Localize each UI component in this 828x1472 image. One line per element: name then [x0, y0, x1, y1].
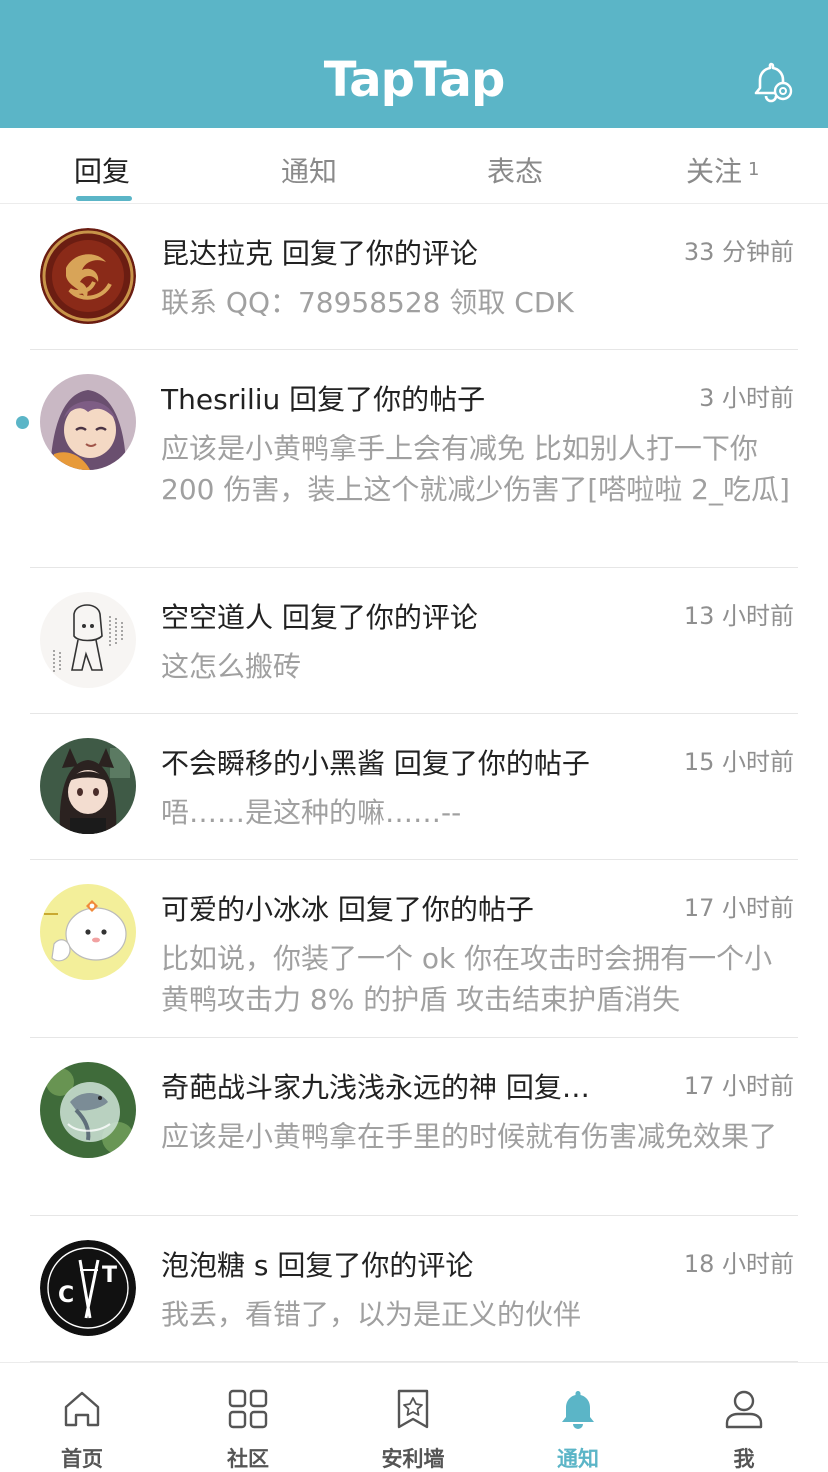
reply-title: 奇葩战斗家九浅浅永远的神 回复…: [161, 1071, 590, 1104]
reply-title: 空空道人 回复了你的评论: [161, 601, 478, 634]
avatar[interactable]: [40, 374, 136, 470]
reply-time: 13 小时前: [683, 602, 794, 630]
bell-icon: [562, 1391, 594, 1429]
nav-community[interactable]: 社区: [188, 1363, 308, 1472]
nav-label: 我: [733, 1447, 755, 1471]
list-item[interactable]: 空空道人 回复了你的评论 13 小时前 这怎么搬砖: [0, 568, 828, 714]
nav-recommend-wall[interactable]: 安利墙: [353, 1363, 473, 1472]
unread-dot: [16, 416, 29, 429]
star-bookmark-icon: [397, 1389, 429, 1429]
home-icon: [64, 1391, 100, 1427]
avatar[interactable]: [40, 738, 136, 834]
reply-body: 应该是小黄鸭拿在手里的时候就有伤害减免效果了: [161, 1120, 778, 1153]
reply-title: 可爱的小冰冰 回复了你的帖子: [161, 893, 534, 926]
notification-tabs: 回复 通知 表态 关注 1: [0, 128, 828, 204]
cat-logo-avatar: C T: [40, 1240, 136, 1336]
tab-notices[interactable]: 通知: [281, 150, 337, 190]
anime-girl-avatar: [40, 374, 136, 470]
fish-in-glass-avatar: [40, 1062, 136, 1158]
reply-title: 不会瞬移的小黑酱 回复了你的帖子: [161, 747, 590, 780]
reply-body: 唔……是这种的嘛……--: [161, 796, 462, 829]
reply-body: 比如说，你装了一个 ok 你在攻击时会拥有一个小黄鸭攻击力 8% 的护盾 攻击结…: [161, 942, 773, 1016]
white-bear-avatar: [40, 884, 136, 980]
reply-title: 昆达拉克 回复了你的评论: [161, 237, 478, 270]
tab-follows[interactable]: 关注 1: [686, 150, 759, 190]
bell-gear-icon[interactable]: [750, 60, 794, 104]
avatar[interactable]: [40, 228, 136, 324]
list-item[interactable]: 昆达拉克 回复了你的评论 33 分钟前 联系 QQ：78958528 领取 CD…: [0, 204, 828, 350]
reply-title: 泡泡糖 s 回复了你的评论: [161, 1249, 474, 1282]
taptap-logo: TapTap: [323, 52, 506, 108]
app-header: TapTap: [0, 0, 828, 128]
list-item[interactable]: C T 泡泡糖 s 回复了你的评论 18 小时前 我丢，看错了，以为是正义的伙伴: [0, 1216, 828, 1362]
avatar[interactable]: C T: [40, 1240, 136, 1336]
reply-time: 17 小时前: [683, 1072, 794, 1100]
tab-replies[interactable]: 回复: [74, 150, 130, 190]
follow-count-badge: 1: [748, 159, 760, 180]
nav-label: 通知: [557, 1447, 599, 1471]
list-item[interactable]: 不会瞬移的小黑酱 回复了你的帖子 15 小时前 唔……是这种的嘛……--: [0, 714, 828, 860]
svg-text:T: T: [102, 1263, 117, 1288]
reply-time: 3 小时前: [699, 384, 794, 412]
list-item[interactable]: 可爱的小冰冰 回复了你的帖子 17 小时前 比如说，你装了一个 ok 你在攻击时…: [0, 860, 828, 1038]
tab-reactions[interactable]: 表态: [487, 150, 543, 190]
reply-time: 33 分钟前: [683, 238, 794, 266]
avatar[interactable]: [40, 592, 136, 688]
reply-body: 联系 QQ：78958528 领取 CDK: [161, 286, 574, 319]
person-icon: [725, 1390, 763, 1429]
nav-home[interactable]: 首页: [22, 1363, 142, 1472]
svg-text:C: C: [58, 1283, 74, 1308]
list-item[interactable]: 奇葩战斗家九浅浅永远的神 回复… 17 小时前 应该是小黄鸭拿在手里的时候就有伤…: [0, 1038, 828, 1216]
reply-body: 这怎么搬砖: [161, 650, 302, 683]
reply-body: 应该是小黄鸭拿手上会有减免 比如别人打一下你 200 伤害，装上这个就减少伤害了…: [161, 432, 790, 506]
reply-list: 昆达拉克 回复了你的评论 33 分钟前 联系 QQ：78958528 领取 CD…: [0, 204, 828, 1362]
list-item[interactable]: Thesriliu 回复了你的帖子 3 小时前 应该是小黄鸭拿手上会有减免 比如…: [0, 350, 828, 568]
reply-time: 18 小时前: [683, 1250, 794, 1278]
bottom-nav: 首页 社区 安利墙 通知 我: [0, 1362, 828, 1472]
active-tab-indicator: [76, 196, 132, 201]
reply-body: 我丢，看错了，以为是正义的伙伴: [161, 1298, 582, 1331]
nav-label: 社区: [227, 1447, 269, 1471]
reply-time: 17 小时前: [683, 894, 794, 922]
reply-title: Thesriliu 回复了你的帖子: [161, 383, 486, 416]
grid-icon: [228, 1389, 268, 1429]
reply-time: 15 小时前: [683, 748, 794, 776]
nav-me[interactable]: 我: [684, 1363, 804, 1472]
sketch-character-avatar: [40, 592, 136, 688]
dragon-emblem-avatar: [40, 228, 136, 324]
nav-label: 安利墙: [381, 1447, 445, 1471]
avatar[interactable]: [40, 1062, 136, 1158]
cat-ear-girl-avatar: [40, 738, 136, 834]
nav-notifications[interactable]: 通知: [518, 1363, 638, 1472]
avatar[interactable]: [40, 884, 136, 980]
nav-label: 首页: [61, 1447, 103, 1471]
